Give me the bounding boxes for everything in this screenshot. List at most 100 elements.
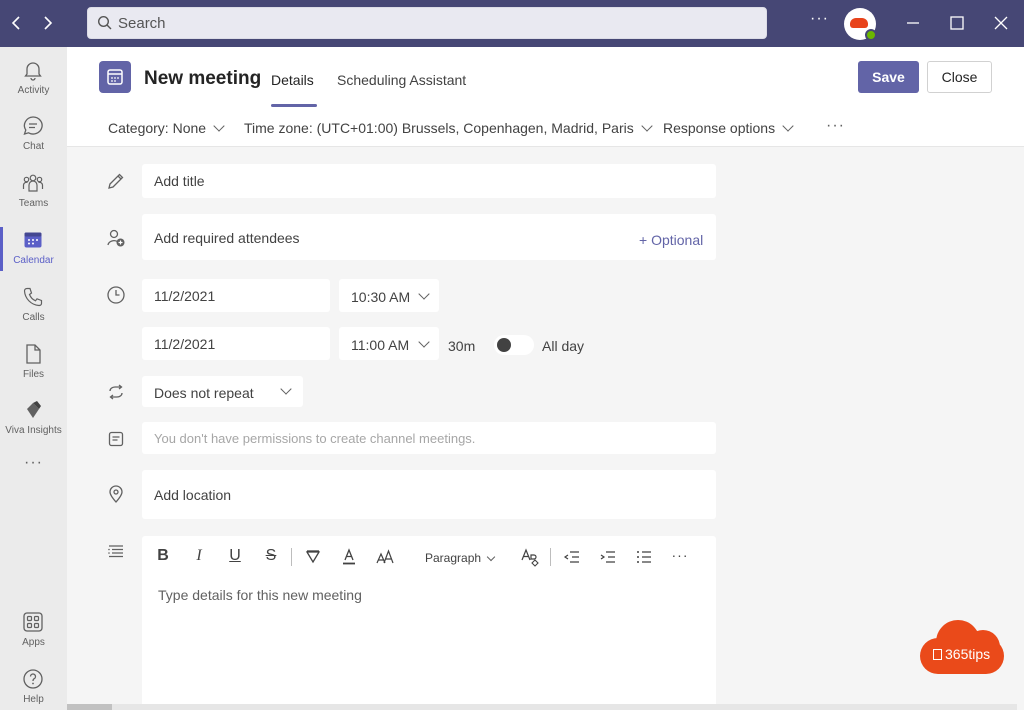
increase-indent-button[interactable] [598,547,618,567]
cloud-logo-icon [850,18,868,28]
end-date-field[interactable]: 11/2/2021 [142,327,330,360]
clear-formatting-icon [521,548,539,567]
toolbar-divider [291,548,292,566]
attendees-field[interactable]: Add required attendees + Optional [142,214,716,260]
scrollbar-thumb[interactable] [67,704,112,710]
more-options-icon[interactable]: ··· [810,10,829,28]
tab-details[interactable]: Details [271,72,314,88]
chevron-down-icon [213,120,225,132]
chevron-left-icon[interactable] [7,12,27,34]
start-time-dropdown[interactable]: 10:30 AM [339,279,439,312]
horizontal-scrollbar[interactable] [67,704,1017,710]
end-time-dropdown[interactable]: 11:00 AM [339,327,439,360]
watermark-text: 365tips [933,646,990,662]
save-button[interactable]: Save [858,61,919,93]
app-rail: Activity Chat Teams Calendar Calls Files… [0,47,67,710]
more-options-icon[interactable]: ··· [826,117,845,135]
title-bar: Search ··· [0,0,1024,47]
help-icon [23,669,43,689]
rail-label: Calls [22,312,45,323]
search-icon [97,15,112,30]
search-input[interactable]: Search [87,7,767,39]
response-options-label: Response options [663,120,776,136]
font-size-button[interactable] [375,547,395,567]
close-button[interactable]: Close [927,61,992,93]
clock-icon [107,286,125,304]
bold-button[interactable]: B [153,547,173,567]
rail-label: Apps [22,637,45,648]
optional-attendees-link[interactable]: + Optional [639,232,703,248]
avatar[interactable] [844,8,877,41]
highlight-icon [305,550,321,564]
response-options-dropdown[interactable]: Response options [663,120,794,136]
italic-button[interactable]: I [189,547,209,567]
minimize-icon[interactable] [901,12,925,34]
duration-label: 30m [448,338,476,354]
paragraph-label: Paragraph [425,551,482,565]
rail-item-teams[interactable]: Teams [0,162,67,218]
strikethrough-button[interactable]: S [261,547,281,567]
channel-field: You don't have permissions to create cha… [142,422,716,454]
underline-button[interactable]: U [225,547,245,567]
rail-item-chat[interactable]: Chat [0,105,67,161]
meeting-header: New meeting Details Scheduling Assistant… [67,47,1024,147]
chevron-down-icon [486,552,496,562]
rail-item-activity[interactable]: Activity [0,49,67,105]
timezone-dropdown[interactable]: Time zone: (UTC+01:00) Brussels, Copenha… [244,120,653,136]
details-placeholder: Type details for this new meeting [158,587,362,603]
close-window-icon[interactable] [989,12,1013,34]
page-title: New meeting [144,68,262,89]
rail-item-calls[interactable]: Calls [0,276,67,332]
start-date-field[interactable]: 11/2/2021 [142,279,330,312]
increase-indent-icon [600,551,615,563]
chevron-down-icon [418,288,430,300]
font-color-button[interactable] [339,547,359,567]
rail-item-files[interactable]: Files [0,333,67,389]
timezone-label: Time zone: (UTC+01:00) Brussels, Copenha… [244,120,634,136]
text-align-icon [108,545,123,558]
chevron-right-icon[interactable] [37,12,57,34]
chevron-down-icon [641,120,653,132]
location-placeholder: Add location [154,487,232,503]
clear-formatting-button[interactable] [520,547,540,567]
bulleted-list-icon [637,551,651,563]
presence-available-icon [865,29,877,41]
rail-item-apps[interactable]: Apps [0,601,67,657]
start-date-value: 11/2/2021 [154,288,216,304]
font-size-icon [376,549,394,564]
maximize-icon[interactable] [945,12,969,34]
rail-label: Help [23,694,44,705]
end-time-value: 11:00 AM [351,337,410,353]
rail-label: Chat [22,141,45,152]
rail-label: Viva Insights [5,425,62,436]
phone-icon [23,287,43,307]
channel-placeholder: You don't have permissions to create cha… [154,431,476,446]
toolbar-divider [550,548,551,566]
rail-item-help[interactable]: Help [0,658,67,710]
bulleted-list-button[interactable] [634,547,654,567]
start-time-value: 10:30 AM [351,289,411,305]
watermark-logo: 365tips [918,618,1006,676]
rail-label: Files [22,369,45,380]
rail-item-viva-insights[interactable]: Viva Insights [0,389,67,445]
decrease-indent-button[interactable] [562,547,582,567]
location-icon [109,485,123,503]
calendar-icon [24,232,42,248]
category-dropdown[interactable]: Category: None [108,120,225,136]
tab-scheduling-assistant[interactable]: Scheduling Assistant [337,72,466,88]
repeat-dropdown[interactable]: Does not repeat [142,376,303,407]
repeat-value: Does not repeat [154,385,254,401]
details-editor[interactable]: B I U S Paragraph ··· Type details for t… [142,536,716,710]
font-color-icon [343,548,355,565]
paragraph-dropdown[interactable]: Paragraph [425,551,496,565]
teams-icon [22,174,44,192]
chevron-down-icon [418,336,430,348]
decrease-indent-icon [563,551,579,563]
title-field[interactable]: Add title [142,164,716,198]
more-formatting-icon[interactable]: ··· [670,547,690,567]
more-apps-icon[interactable]: ··· [0,455,67,485]
rail-item-calendar[interactable]: Calendar [0,219,67,275]
highlight-button[interactable] [303,547,323,567]
all-day-toggle[interactable] [494,335,534,355]
location-field[interactable]: Add location [142,470,716,519]
